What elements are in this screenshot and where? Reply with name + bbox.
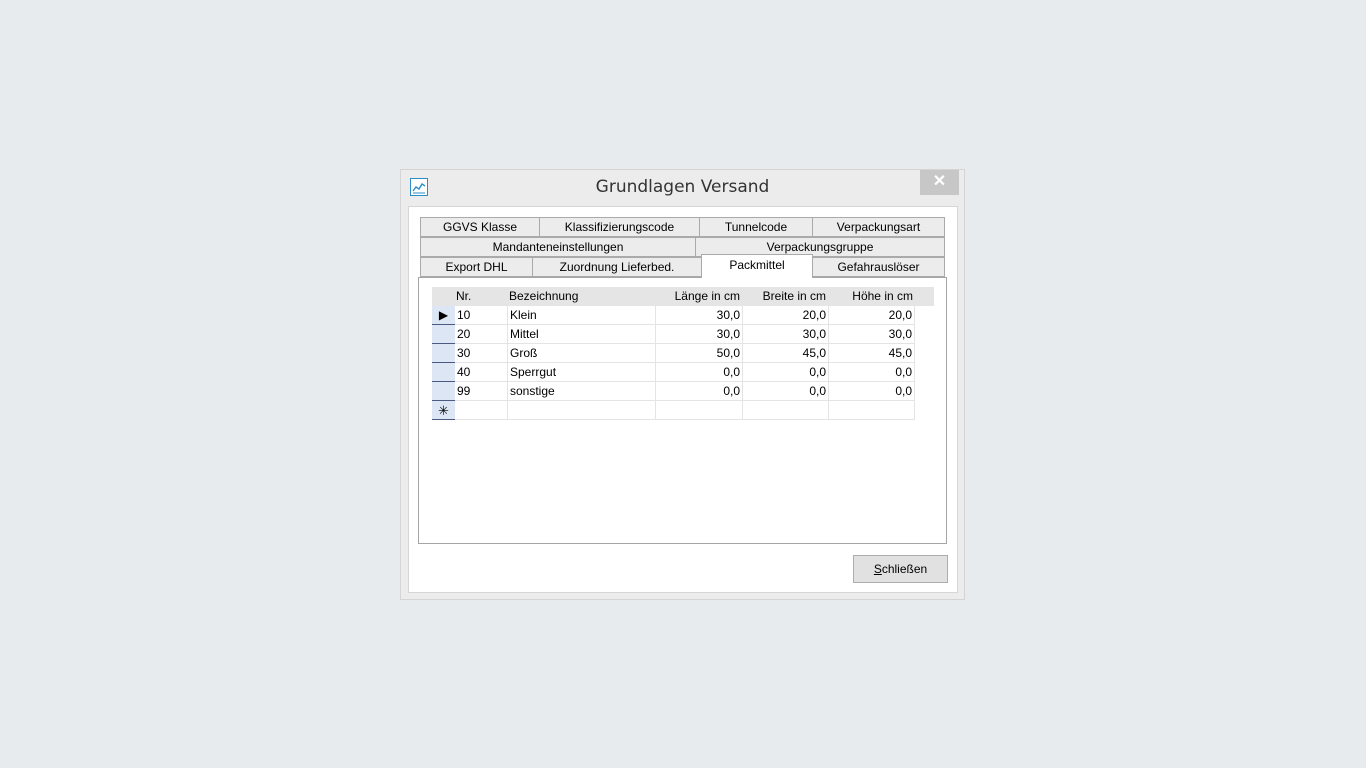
cell-bezeichnung[interactable]: sonstige <box>508 382 656 401</box>
schliessen-button-label: chließen <box>881 562 928 576</box>
tab-packmittel[interactable]: Packmittel <box>701 254 813 278</box>
tab-gefahrausloeser[interactable]: Gefahrauslöser <box>812 257 945 277</box>
cell-breite[interactable]: 0,0 <box>743 363 829 382</box>
cell-nr[interactable]: 99 <box>455 382 508 401</box>
cell-bezeichnung[interactable]: Groß <box>508 344 656 363</box>
cell-laenge[interactable]: 0,0 <box>656 382 743 401</box>
cell-bezeichnung[interactable]: Klein <box>508 306 656 325</box>
row-selector[interactable] <box>432 363 455 382</box>
new-cell-nr[interactable] <box>455 401 508 420</box>
cell-laenge[interactable]: 50,0 <box>656 344 743 363</box>
cell-laenge[interactable]: 30,0 <box>656 306 743 325</box>
tab-tunnelcode[interactable]: Tunnelcode <box>699 217 813 237</box>
new-cell-laenge[interactable] <box>656 401 743 420</box>
tab-klassifizierungscode[interactable]: Klassifizierungscode <box>539 217 700 237</box>
current-row-indicator-icon[interactable]: ▶ <box>432 306 455 325</box>
tab-export-dhl[interactable]: Export DHL <box>420 257 533 277</box>
cell-nr[interactable]: 30 <box>455 344 508 363</box>
new-cell-breite[interactable] <box>743 401 829 420</box>
tab-ggvs-klasse[interactable]: GGVS Klasse <box>420 217 540 237</box>
cell-nr[interactable]: 10 <box>455 306 508 325</box>
row-selector[interactable] <box>432 325 455 344</box>
column-header-nr[interactable]: Nr. <box>456 287 506 306</box>
column-header-laenge[interactable]: Länge in cm <box>656 287 740 306</box>
title-bar[interactable]: Grundlagen Versand ✕ <box>401 170 964 206</box>
new-cell-bezeichnung[interactable] <box>508 401 656 420</box>
cell-breite[interactable]: 45,0 <box>743 344 829 363</box>
cell-laenge[interactable]: 0,0 <box>656 363 743 382</box>
cell-bezeichnung[interactable]: Mittel <box>508 325 656 344</box>
cell-laenge[interactable]: 30,0 <box>656 325 743 344</box>
row-selector[interactable] <box>432 344 455 363</box>
schliessen-button[interactable]: Schließen <box>853 555 948 583</box>
mnemonic-letter: S <box>873 562 882 576</box>
cell-bezeichnung[interactable]: Sperrgut <box>508 363 656 382</box>
cell-breite[interactable]: 20,0 <box>743 306 829 325</box>
tab-verpackungsart[interactable]: Verpackungsart <box>812 217 945 237</box>
dialog-window: Grundlagen Versand ✕ GGVS Klasse Klassif… <box>400 169 965 600</box>
cell-hoehe[interactable]: 0,0 <box>829 382 915 401</box>
cell-breite[interactable]: 0,0 <box>743 382 829 401</box>
cell-hoehe[interactable]: 45,0 <box>829 344 915 363</box>
new-row-asterisk-icon[interactable]: ✳ <box>432 401 455 420</box>
cell-hoehe[interactable]: 30,0 <box>829 325 915 344</box>
dialog-client-area: GGVS Klasse Klassifizierungscode Tunnelc… <box>408 206 958 593</box>
column-header-bezeichnung[interactable]: Bezeichnung <box>509 287 649 306</box>
column-header-breite[interactable]: Breite in cm <box>742 287 826 306</box>
column-header-hoehe[interactable]: Höhe in cm <box>828 287 913 306</box>
cell-nr[interactable]: 20 <box>455 325 508 344</box>
cell-nr[interactable]: 40 <box>455 363 508 382</box>
packmittel-panel: Nr. Bezeichnung Länge in cm Breite in cm… <box>418 277 947 544</box>
grid-header: Nr. Bezeichnung Länge in cm Breite in cm… <box>432 287 934 306</box>
cell-hoehe[interactable]: 20,0 <box>829 306 915 325</box>
tab-zuordnung-lieferbed[interactable]: Zuordnung Lieferbed. <box>532 257 702 277</box>
row-selector[interactable] <box>432 382 455 401</box>
new-cell-hoehe[interactable] <box>829 401 915 420</box>
close-icon[interactable]: ✕ <box>920 170 959 195</box>
cell-hoehe[interactable]: 0,0 <box>829 363 915 382</box>
cell-breite[interactable]: 30,0 <box>743 325 829 344</box>
tab-mandanteneinstellungen[interactable]: Mandanteneinstellungen <box>420 237 696 257</box>
window-title: Grundlagen Versand <box>595 177 770 197</box>
